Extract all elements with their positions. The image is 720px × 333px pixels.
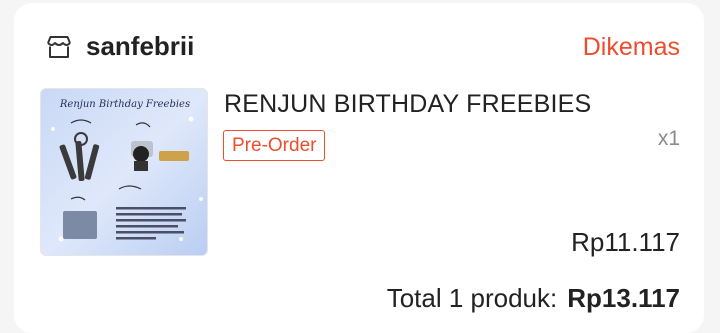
shop-header[interactable]: sanfebrii (44, 31, 194, 62)
svg-text:Renjun Birthday Freebies: Renjun Birthday Freebies (59, 99, 190, 110)
total-label: Total 1 produk: (386, 283, 558, 313)
product-price: Rp11.117 (571, 227, 680, 257)
preorder-badge: Pre-Order (223, 130, 326, 161)
product-image[interactable]: Renjun Birthday Freebies (40, 88, 208, 256)
total-amount: Rp13.117 (567, 283, 680, 313)
shop-name[interactable]: sanfebrii (86, 31, 194, 62)
product-name[interactable]: RENJUN BIRTHDAY FREEBIES (224, 90, 591, 119)
order-card[interactable]: sanfebrii Dikemas Renjun Birthday Freebi… (14, 3, 704, 333)
product-quantity: x1 (657, 127, 680, 150)
shop-icon (47, 35, 71, 58)
image-title: Renjun Birthday Freebies (59, 99, 190, 110)
order-total: Total 1 produk: Rp13.117 (387, 283, 680, 314)
order-status: Dikemas (582, 33, 680, 61)
